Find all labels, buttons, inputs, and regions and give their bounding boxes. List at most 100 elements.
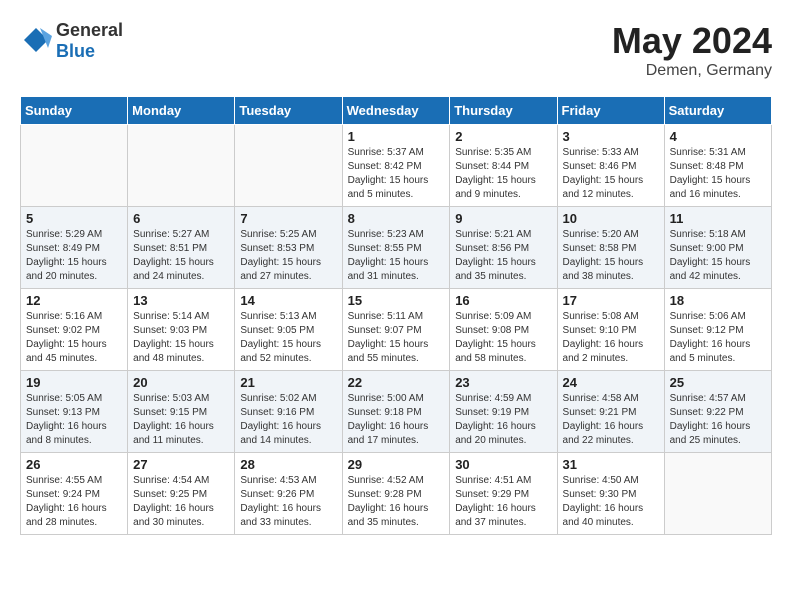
calendar-cell: 11 Sunrise: 5:18 AM Sunset: 9:00 PM Dayli… [664,207,771,289]
day-info: Sunrise: 4:52 AM Sunset: 9:28 PM Dayligh… [348,474,445,530]
column-header-thursday: Thursday [450,97,557,125]
calendar-cell: 23Sunrise: 4:59 AM Sunset: 9:19 PM Dayli… [450,371,557,453]
day-number: 14 [240,293,336,308]
logo-text-general: General [56,20,123,40]
day-info: Sunrise: 5:02 AM Sunset: 9:16 PM Dayligh… [240,392,336,448]
calendar-cell: 31 Sunrise: 4:50 AM Sunset: 9:30 PM Dayli… [557,453,664,535]
day-info: Sunrise: 5:11 AM Sunset: 9:07 PM Dayligh… [348,310,445,366]
calendar-header-row: SundayMondayTuesdayWednesdayThursdayFrid… [21,97,772,125]
day-number: 22 [348,375,445,390]
calendar-cell: 12 Sunrise: 5:16 AM Sunset: 9:02 PM Dayli… [21,289,128,371]
day-info: Sunrise: 4:54 AM Sunset: 9:25 PM Dayligh… [133,474,229,530]
day-info: Sunrise: 5:00 AM Sunset: 9:18 PM Dayligh… [348,392,445,448]
day-info: Sunrise: 5:09 AM Sunset: 9:08 PM Dayligh… [455,310,551,366]
column-header-monday: Monday [128,97,235,125]
calendar-cell: 7 Sunrise: 5:25 AM Sunset: 8:53 PM Daylig… [235,207,342,289]
day-info: Sunrise: 5:37 AM Sunset: 8:42 PM Dayligh… [348,146,445,202]
day-number: 15 [348,293,445,308]
calendar-cell: 13 Sunrise: 5:14 AM Sunset: 9:03 PM Dayli… [128,289,235,371]
calendar-cell: 27 Sunrise: 4:54 AM Sunset: 9:25 PM Dayli… [128,453,235,535]
day-info: Sunrise: 5:20 AM Sunset: 8:58 PM Dayligh… [563,228,659,284]
calendar-cell: 20Sunrise: 5:03 AM Sunset: 9:15 PM Dayli… [128,371,235,453]
calendar-cell: 9Sunrise: 5:21 AM Sunset: 8:56 PM Daylig… [450,207,557,289]
day-info: Sunrise: 5:14 AM Sunset: 9:03 PM Dayligh… [133,310,229,366]
calendar-cell: 26Sunrise: 4:55 AM Sunset: 9:24 PM Dayli… [21,453,128,535]
day-info: Sunrise: 5:33 AM Sunset: 8:46 PM Dayligh… [563,146,659,202]
column-header-sunday: Sunday [21,97,128,125]
day-number: 3 [563,129,659,144]
column-header-tuesday: Tuesday [235,97,342,125]
day-number: 19 [26,375,122,390]
column-header-saturday: Saturday [664,97,771,125]
day-number: 27 [133,457,229,472]
calendar-cell: 21 Sunrise: 5:02 AM Sunset: 9:16 PM Dayli… [235,371,342,453]
calendar-cell: 18 Sunrise: 5:06 AM Sunset: 9:12 PM Dayli… [664,289,771,371]
calendar-cell: 25 Sunrise: 4:57 AM Sunset: 9:22 PM Dayli… [664,371,771,453]
day-number: 29 [348,457,445,472]
calendar-cell: 8Sunrise: 5:23 AM Sunset: 8:55 PM Daylig… [342,207,450,289]
calendar-cell: 19Sunrise: 5:05 AM Sunset: 9:13 PM Dayli… [21,371,128,453]
logo: General Blue [20,20,123,62]
day-info: Sunrise: 5:03 AM Sunset: 9:15 PM Dayligh… [133,392,229,448]
logo-icon [20,26,52,56]
day-number: 8 [348,211,445,226]
day-number: 30 [455,457,551,472]
column-header-wednesday: Wednesday [342,97,450,125]
column-header-friday: Friday [557,97,664,125]
day-number: 23 [455,375,551,390]
day-number: 21 [240,375,336,390]
day-number: 7 [240,211,336,226]
calendar-cell: 3 Sunrise: 5:33 AM Sunset: 8:46 PM Daylig… [557,125,664,207]
calendar-cell: 30 Sunrise: 4:51 AM Sunset: 9:29 PM Dayli… [450,453,557,535]
logo-text-blue: Blue [56,41,95,61]
day-info: Sunrise: 4:57 AM Sunset: 9:22 PM Dayligh… [670,392,766,448]
calendar-cell: 24 Sunrise: 4:58 AM Sunset: 9:21 PM Dayli… [557,371,664,453]
day-number: 16 [455,293,551,308]
day-info: Sunrise: 4:58 AM Sunset: 9:21 PM Dayligh… [563,392,659,448]
calendar-week-row: 5Sunrise: 5:29 AM Sunset: 8:49 PM Daylig… [21,207,772,289]
day-info: Sunrise: 4:51 AM Sunset: 9:29 PM Dayligh… [455,474,551,530]
day-number: 9 [455,211,551,226]
page-header: General Blue May 2024 Demen, Germany [20,20,772,80]
day-number: 25 [670,375,766,390]
day-info: Sunrise: 4:55 AM Sunset: 9:24 PM Dayligh… [26,474,122,530]
day-number: 10 [563,211,659,226]
calendar-week-row: 19Sunrise: 5:05 AM Sunset: 9:13 PM Dayli… [21,371,772,453]
day-number: 11 [670,211,766,226]
day-number: 31 [563,457,659,472]
day-info: Sunrise: 5:16 AM Sunset: 9:02 PM Dayligh… [26,310,122,366]
calendar-cell: 5Sunrise: 5:29 AM Sunset: 8:49 PM Daylig… [21,207,128,289]
day-number: 6 [133,211,229,226]
calendar-cell: 28Sunrise: 4:53 AM Sunset: 9:26 PM Dayli… [235,453,342,535]
day-info: Sunrise: 5:08 AM Sunset: 9:10 PM Dayligh… [563,310,659,366]
day-number: 12 [26,293,122,308]
day-number: 4 [670,129,766,144]
calendar-cell: 6 Sunrise: 5:27 AM Sunset: 8:51 PM Daylig… [128,207,235,289]
day-info: Sunrise: 5:35 AM Sunset: 8:44 PM Dayligh… [455,146,551,202]
day-info: Sunrise: 5:27 AM Sunset: 8:51 PM Dayligh… [133,228,229,284]
day-number: 17 [563,293,659,308]
calendar-cell: 16 Sunrise: 5:09 AM Sunset: 9:08 PM Dayli… [450,289,557,371]
day-number: 1 [348,129,445,144]
day-info: Sunrise: 5:25 AM Sunset: 8:53 PM Dayligh… [240,228,336,284]
calendar-table: SundayMondayTuesdayWednesdayThursdayFrid… [20,96,772,535]
calendar-cell: 14 Sunrise: 5:13 AM Sunset: 9:05 PM Dayli… [235,289,342,371]
day-number: 24 [563,375,659,390]
calendar-cell: 10 Sunrise: 5:20 AM Sunset: 8:58 PM Dayli… [557,207,664,289]
day-info: Sunrise: 4:53 AM Sunset: 9:26 PM Dayligh… [240,474,336,530]
day-info: Sunrise: 5:18 AM Sunset: 9:00 PM Dayligh… [670,228,766,284]
day-info: Sunrise: 5:29 AM Sunset: 8:49 PM Dayligh… [26,228,122,284]
day-number: 13 [133,293,229,308]
day-number: 18 [670,293,766,308]
day-info: Sunrise: 5:13 AM Sunset: 9:05 PM Dayligh… [240,310,336,366]
day-number: 2 [455,129,551,144]
calendar-week-row: 12 Sunrise: 5:16 AM Sunset: 9:02 PM Dayli… [21,289,772,371]
day-info: Sunrise: 5:06 AM Sunset: 9:12 PM Dayligh… [670,310,766,366]
calendar-cell: 17 Sunrise: 5:08 AM Sunset: 9:10 PM Dayli… [557,289,664,371]
day-info: Sunrise: 4:50 AM Sunset: 9:30 PM Dayligh… [563,474,659,530]
calendar-cell: 29 Sunrise: 4:52 AM Sunset: 9:28 PM Dayli… [342,453,450,535]
calendar-cell: 1 Sunrise: 5:37 AM Sunset: 8:42 PM Daylig… [342,125,450,207]
calendar-cell: 22 Sunrise: 5:00 AM Sunset: 9:18 PM Dayli… [342,371,450,453]
day-info: Sunrise: 5:31 AM Sunset: 8:48 PM Dayligh… [670,146,766,202]
calendar-cell [235,125,342,207]
